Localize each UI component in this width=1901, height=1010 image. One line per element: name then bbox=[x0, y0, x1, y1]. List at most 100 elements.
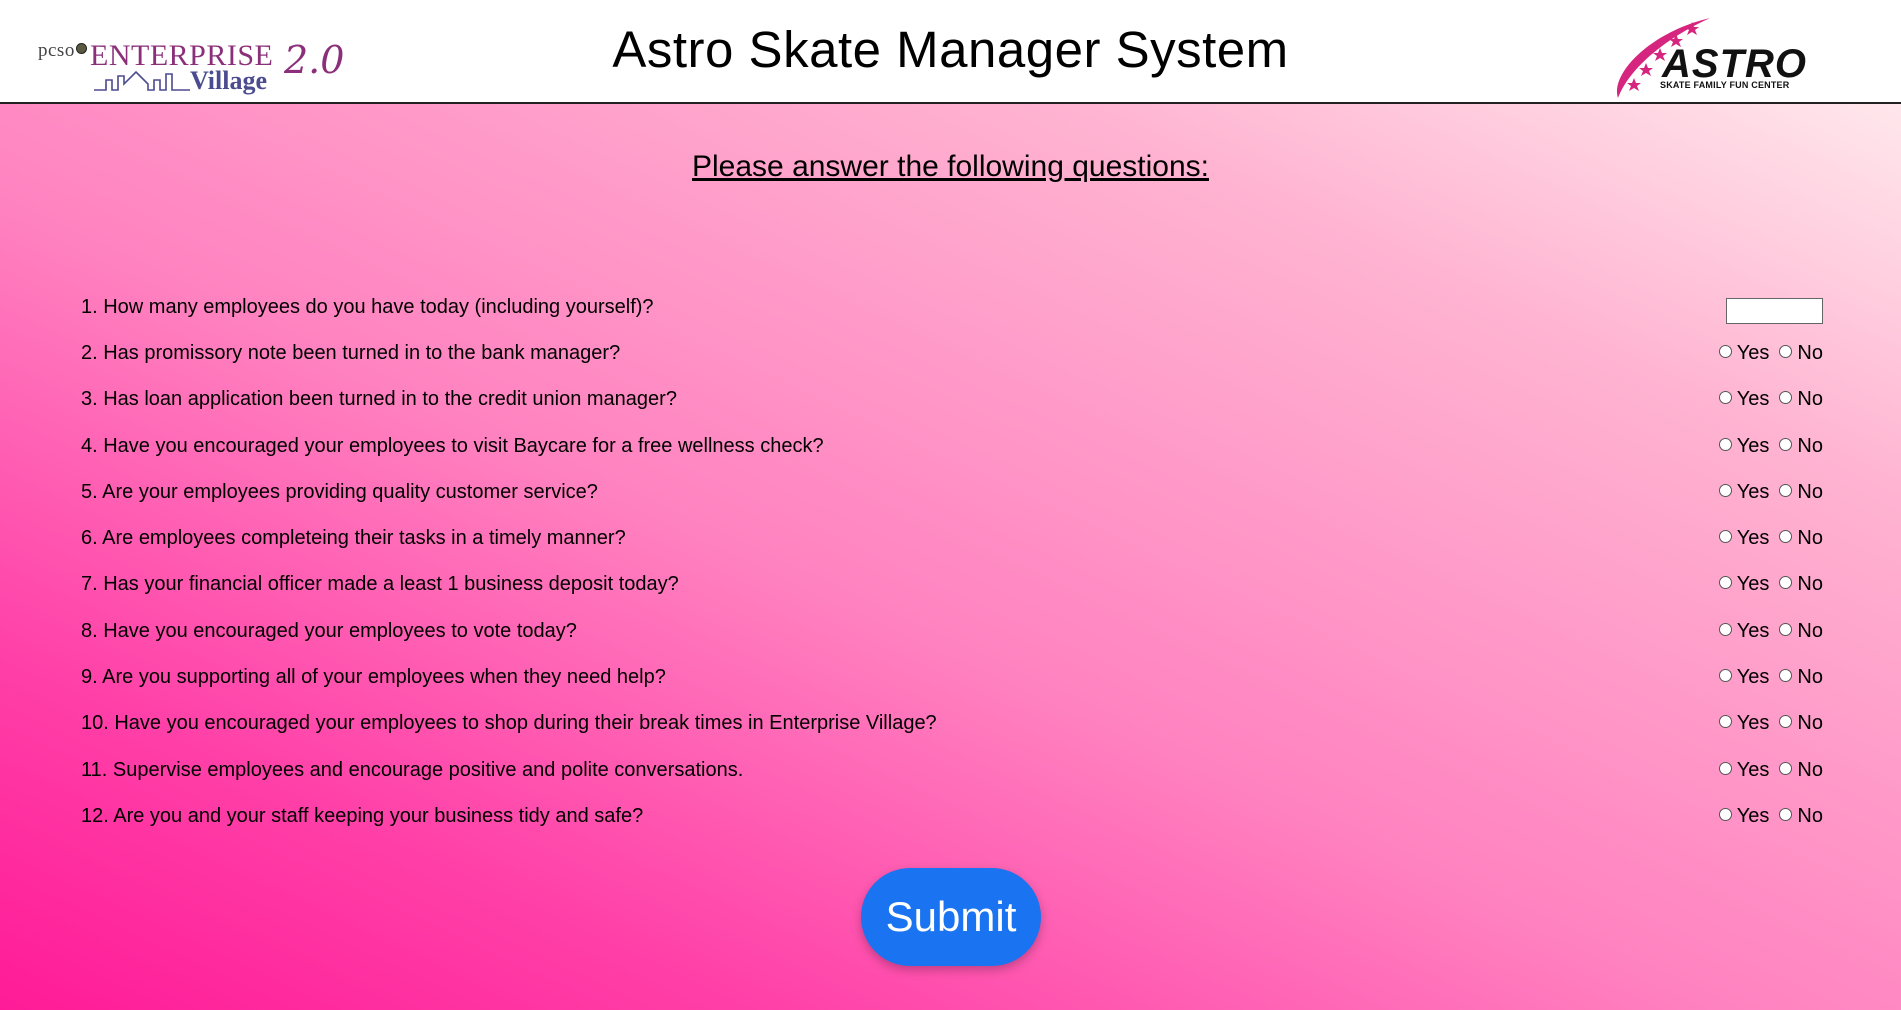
yes-label: Yes bbox=[1736, 434, 1770, 457]
no-option[interactable]: No bbox=[1779, 481, 1823, 504]
astro-logo: ASTRO SKATE FAMILY FUN CENTER bbox=[1610, 14, 1815, 104]
yes-radio[interactable] bbox=[1718, 807, 1732, 821]
question-controls bbox=[1726, 284, 1823, 330]
question-text: 11. Supervise employees and encourage po… bbox=[81, 758, 744, 781]
yes-no-group: Yes No bbox=[1709, 701, 1823, 747]
questionnaire-area: Please answer the following questions: 1… bbox=[0, 104, 1901, 1010]
yes-label: Yes bbox=[1736, 480, 1770, 503]
no-option[interactable]: No bbox=[1779, 342, 1823, 365]
question-row-8: 8. Have you encouraged your employees to… bbox=[81, 608, 1823, 654]
no-label: No bbox=[1797, 341, 1823, 364]
no-radio[interactable] bbox=[1779, 391, 1793, 405]
yes-label: Yes bbox=[1736, 619, 1770, 642]
yes-option[interactable]: Yes bbox=[1718, 759, 1769, 782]
no-radio[interactable] bbox=[1779, 669, 1793, 683]
no-label: No bbox=[1797, 573, 1823, 596]
no-label: No bbox=[1797, 388, 1823, 411]
no-radio[interactable] bbox=[1779, 483, 1793, 497]
yes-no-group: Yes No bbox=[1709, 654, 1823, 700]
yes-radio[interactable] bbox=[1718, 669, 1732, 683]
no-radio[interactable] bbox=[1779, 807, 1793, 821]
yes-option[interactable]: Yes bbox=[1718, 480, 1770, 504]
question-row-3: 3. Has loan application been turned in t… bbox=[81, 377, 1823, 423]
no-label: No bbox=[1797, 619, 1823, 642]
yes-option[interactable]: Yes bbox=[1718, 342, 1769, 365]
no-radio[interactable] bbox=[1779, 576, 1793, 590]
no-label: No bbox=[1797, 480, 1823, 503]
yes-no-group: Yes No bbox=[1709, 377, 1823, 423]
question-text: 7. Has your financial officer made a lea… bbox=[81, 573, 679, 596]
no-option[interactable]: No bbox=[1779, 712, 1823, 735]
no-radio[interactable] bbox=[1779, 344, 1793, 358]
question-text: 2. Has promissory note been turned in to… bbox=[81, 341, 621, 364]
yes-no-group: Yes No bbox=[1709, 330, 1823, 376]
yes-no-group: Yes No bbox=[1709, 793, 1823, 839]
no-radio[interactable] bbox=[1779, 530, 1793, 544]
no-option[interactable]: No bbox=[1779, 435, 1823, 458]
question-text: 4. Have you encouraged your employees to… bbox=[81, 434, 824, 457]
header: pcso ENTERPRISE Village 2.0 Astro Skate … bbox=[0, 0, 1901, 104]
yes-radio[interactable] bbox=[1718, 344, 1732, 358]
no-radio[interactable] bbox=[1779, 437, 1793, 451]
question-text: 5. Are your employees providing quality … bbox=[81, 480, 598, 503]
yes-option[interactable]: Yes bbox=[1718, 666, 1770, 689]
no-option[interactable]: No bbox=[1779, 805, 1823, 828]
no-radio[interactable] bbox=[1779, 715, 1793, 729]
question-row-9: 9. Are you supporting all of your employ… bbox=[81, 654, 1823, 700]
no-option[interactable]: No bbox=[1779, 573, 1823, 596]
no-option[interactable]: No bbox=[1779, 527, 1823, 550]
question-text: 10. Have you encouraged your employees t… bbox=[81, 712, 937, 735]
question-row-12: 12. Are you and your staff keeping your … bbox=[81, 793, 1823, 839]
yes-option[interactable]: Yes bbox=[1718, 573, 1770, 596]
yes-radio[interactable] bbox=[1718, 391, 1732, 405]
no-option[interactable]: No bbox=[1779, 759, 1823, 782]
no-label: No bbox=[1797, 712, 1823, 735]
yes-option[interactable]: Yes bbox=[1718, 388, 1770, 411]
yes-no-group: Yes No bbox=[1709, 747, 1823, 793]
question-row-7: 7. Has your financial officer made a lea… bbox=[81, 562, 1823, 608]
question-row-2: 2. Has promissory note been turned in to… bbox=[81, 330, 1823, 376]
no-radio[interactable] bbox=[1779, 761, 1793, 775]
yes-radio[interactable] bbox=[1718, 530, 1732, 544]
yes-radio[interactable] bbox=[1718, 483, 1732, 497]
yes-option[interactable]: Yes bbox=[1718, 434, 1770, 458]
question-text: 1. How many employees do you have today … bbox=[81, 295, 654, 318]
yes-option[interactable]: Yes bbox=[1718, 619, 1770, 643]
yes-option[interactable]: Yes bbox=[1718, 804, 1770, 828]
yes-label: Yes bbox=[1736, 804, 1770, 827]
no-option[interactable]: No bbox=[1779, 388, 1823, 411]
yes-label: Yes bbox=[1736, 666, 1770, 689]
question-text: 6. Are employees completeing their tasks… bbox=[81, 527, 626, 550]
yes-no-group: Yes No bbox=[1709, 423, 1823, 469]
no-label: No bbox=[1797, 434, 1823, 457]
yes-label: Yes bbox=[1736, 388, 1770, 411]
submit-button[interactable]: Submit bbox=[861, 868, 1041, 966]
question-text: 3. Has loan application been turned in t… bbox=[81, 388, 677, 411]
yes-label: Yes bbox=[1736, 527, 1770, 550]
yes-no-group: Yes No bbox=[1709, 562, 1823, 608]
yes-no-group: Yes No bbox=[1709, 469, 1823, 515]
yes-option[interactable]: Yes bbox=[1718, 527, 1770, 550]
question-row-6: 6. Are employees completeing their tasks… bbox=[81, 515, 1823, 561]
astro-tagline: SKATE FAMILY FUN CENTER bbox=[1660, 80, 1790, 90]
no-option[interactable]: No bbox=[1779, 666, 1823, 689]
yes-radio[interactable] bbox=[1718, 715, 1732, 729]
question-text: 9. Are you supporting all of your employ… bbox=[81, 666, 666, 689]
yes-radio[interactable] bbox=[1718, 576, 1732, 590]
question-row-10: 10. Have you encouraged your employees t… bbox=[81, 701, 1823, 747]
yes-label: Yes bbox=[1736, 712, 1770, 735]
yes-radio[interactable] bbox=[1718, 622, 1732, 636]
yes-label: Yes bbox=[1736, 573, 1770, 596]
yes-radio[interactable] bbox=[1718, 437, 1732, 451]
employee-count-input[interactable] bbox=[1726, 298, 1823, 325]
question-list: 1. How many employees do you have today … bbox=[81, 284, 1823, 840]
yes-option[interactable]: Yes bbox=[1718, 712, 1770, 735]
question-text: 12. Are you and your staff keeping your … bbox=[81, 804, 644, 827]
no-label: No bbox=[1797, 804, 1823, 827]
form-heading: Please answer the following questions: bbox=[692, 150, 1209, 183]
no-label: No bbox=[1797, 527, 1823, 550]
no-radio[interactable] bbox=[1779, 622, 1793, 636]
no-option[interactable]: No bbox=[1779, 620, 1823, 643]
yes-no-group: Yes No bbox=[1709, 608, 1823, 654]
yes-radio[interactable] bbox=[1718, 761, 1732, 775]
